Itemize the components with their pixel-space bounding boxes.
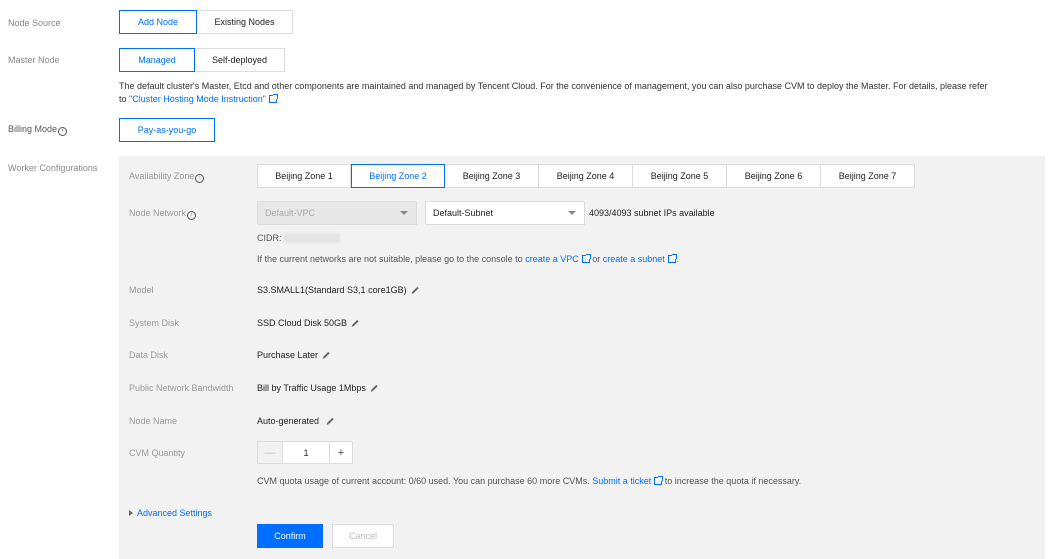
availability-zone-label-text: Availability Zone — [129, 171, 195, 181]
master-description-text: The default cluster's Master, Etcd and o… — [119, 81, 988, 91]
external-link-icon — [581, 254, 591, 263]
cancel-button[interactable]: Cancel — [332, 524, 394, 548]
subnet-ips-available: 4093/4093 subnet IPs available — [589, 208, 715, 218]
add-node-button[interactable]: Add Node — [119, 10, 197, 34]
create-vpc-link[interactable]: create a VPC — [525, 254, 579, 264]
node-name-value: Auto-generated — [257, 416, 320, 426]
self-deployed-button[interactable]: Self-deployed — [195, 48, 285, 72]
data-disk-value: Purchase Later — [257, 350, 319, 360]
info-icon[interactable]: i — [187, 210, 197, 220]
external-link-icon — [654, 476, 664, 485]
existing-nodes-button[interactable]: Existing Nodes — [197, 10, 293, 34]
chevron-down-icon — [400, 211, 408, 215]
master-node-toggle: Managed Self-deployed — [119, 48, 285, 72]
master-node-description: The default cluster's Master, Etcd and o… — [119, 80, 1049, 106]
advanced-settings-toggle[interactable]: Advanced Settings — [129, 508, 212, 518]
managed-button[interactable]: Managed — [119, 48, 195, 72]
model-value: S3.SMALL1(Standard S3,1 core1GB) — [257, 285, 407, 295]
availability-zone-label: Availability Zone i — [129, 171, 205, 183]
confirm-button[interactable]: Confirm — [257, 524, 323, 548]
cidr-label: CIDR: — [257, 233, 282, 243]
cvm-quantity-label: CVM Quantity — [129, 448, 186, 458]
edit-pencil-icon[interactable] — [411, 286, 419, 294]
vpc-select-value: Default-VPC — [265, 208, 316, 218]
node-name-value-row: Auto-generated — [257, 416, 334, 426]
data-disk-label: Data Disk — [129, 350, 169, 360]
caret-right-icon — [129, 510, 133, 516]
edit-pencil-icon[interactable] — [371, 384, 378, 392]
edit-pencil-icon[interactable] — [323, 351, 330, 359]
submit-ticket-link[interactable]: Submit a ticket — [592, 476, 651, 486]
worker-configurations-label: Worker Configurations — [8, 163, 98, 173]
node-name-label: Node Name — [129, 416, 178, 426]
edit-pencil-icon[interactable] — [327, 417, 334, 425]
billing-mode-toggle: Pay-as-you-go — [119, 118, 215, 142]
edit-pencil-icon[interactable] — [352, 319, 359, 327]
master-description-prefix: to — [119, 94, 130, 104]
create-subnet-link[interactable]: create a subnet — [603, 254, 665, 264]
zone-option[interactable]: Beijing Zone 3 — [445, 164, 539, 188]
external-link-icon — [667, 254, 677, 263]
model-label: Model — [129, 285, 154, 295]
pay-as-you-go-button[interactable]: Pay-as-you-go — [119, 118, 215, 142]
system-disk-value: SSD Cloud Disk 50GB — [257, 318, 348, 328]
zone-option[interactable]: Beijing Zone 7 — [821, 164, 915, 188]
advanced-settings-label: Advanced Settings — [137, 508, 213, 518]
chevron-down-icon — [568, 211, 576, 215]
zone-option[interactable]: Beijing Zone 4 — [539, 164, 633, 188]
zone-option[interactable]: Beijing Zone 2 — [351, 164, 445, 188]
zone-option[interactable]: Beijing Zone 5 — [633, 164, 727, 188]
info-icon[interactable]: i — [58, 126, 68, 136]
decrement-button[interactable]: — — [257, 441, 283, 464]
node-source-label: Node Source — [8, 18, 61, 28]
increment-button[interactable]: + — [329, 441, 353, 464]
quantity-stepper: — 1 + — [257, 441, 353, 464]
vpc-select[interactable]: Default-VPC — [257, 201, 417, 225]
billing-mode-label-text: Billing Mode — [8, 124, 58, 134]
availability-zone-selector: Beijing Zone 1 Beijing Zone 2 Beijing Zo… — [257, 164, 915, 188]
zone-option[interactable]: Beijing Zone 1 — [257, 164, 351, 188]
subnet-select[interactable]: Default-Subnet — [425, 201, 585, 225]
redacted-cidr — [283, 233, 340, 243]
quota-text: CVM quota usage of current account: 0/60… — [257, 476, 590, 486]
bandwidth-value: Bill by Traffic Usage 1Mbps — [257, 383, 366, 393]
bandwidth-value-row: Bill by Traffic Usage 1Mbps — [257, 383, 378, 393]
bandwidth-label: Public Network Bandwidth — [129, 383, 234, 393]
model-value-row: S3.SMALL1(Standard S3,1 core1GB) — [257, 285, 419, 295]
quantity-input[interactable]: 1 — [283, 441, 329, 464]
quota-suffix: to increase the quota if necessary. — [664, 476, 802, 486]
subnet-select-value: Default-Subnet — [433, 208, 494, 218]
network-hint-prefix: If the current networks are not suitable… — [257, 254, 523, 264]
data-disk-value-row: Purchase Later — [257, 350, 330, 360]
node-source-toggle: Add Node Existing Nodes — [119, 10, 293, 34]
node-network-label: Node Network i — [129, 208, 197, 220]
node-network-label-text: Node Network — [129, 208, 187, 218]
master-node-label: Master Node — [8, 55, 60, 65]
cidr-info: CIDR: — [257, 233, 340, 243]
zone-option[interactable]: Beijing Zone 6 — [727, 164, 821, 188]
network-hint-or: or — [592, 254, 601, 264]
billing-mode-label: Billing Mode i — [8, 124, 68, 136]
quota-hint: CVM quota usage of current account: 0/60… — [257, 476, 801, 486]
system-disk-label: System Disk — [129, 318, 180, 328]
external-link-icon — [268, 94, 278, 103]
network-hint: If the current networks are not suitable… — [257, 254, 678, 264]
info-icon[interactable]: i — [195, 173, 205, 183]
hosting-mode-link[interactable]: "Cluster Hosting Mode Instruction" — [129, 94, 266, 104]
system-disk-value-row: SSD Cloud Disk 50GB — [257, 318, 359, 328]
